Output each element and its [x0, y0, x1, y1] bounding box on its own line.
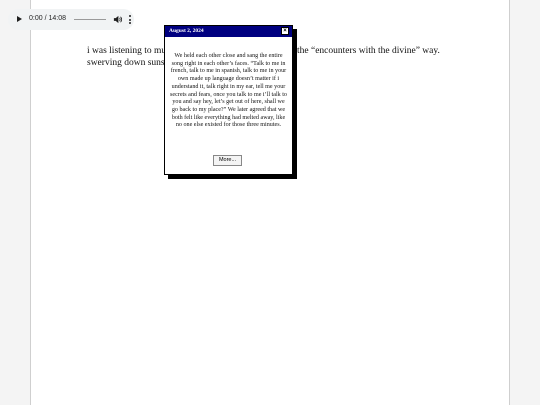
volume-icon[interactable]	[113, 15, 122, 24]
post-line-1-start: i was listening to mu	[87, 46, 167, 56]
popup-window: August 2, 2024 × We held each other clos…	[164, 25, 293, 175]
play-icon[interactable]	[17, 16, 22, 22]
close-button[interactable]: ×	[281, 27, 289, 35]
more-button[interactable]: More...	[213, 155, 242, 166]
popup-title: August 2, 2024	[169, 28, 204, 34]
audio-progress-track[interactable]	[74, 19, 106, 20]
popup-body: We held each other close and sang the en…	[170, 53, 287, 129]
popup-titlebar[interactable]: August 2, 2024 ×	[165, 26, 292, 37]
more-vert-icon[interactable]	[129, 15, 131, 24]
audio-player[interactable]: 0:00 / 14:08	[8, 9, 134, 30]
post-line-1-end: the “encounters with the divine” way.	[297, 46, 440, 56]
audio-time: 0:00 / 14:08	[29, 15, 66, 22]
post-line-2: swerving down suns	[87, 58, 165, 68]
